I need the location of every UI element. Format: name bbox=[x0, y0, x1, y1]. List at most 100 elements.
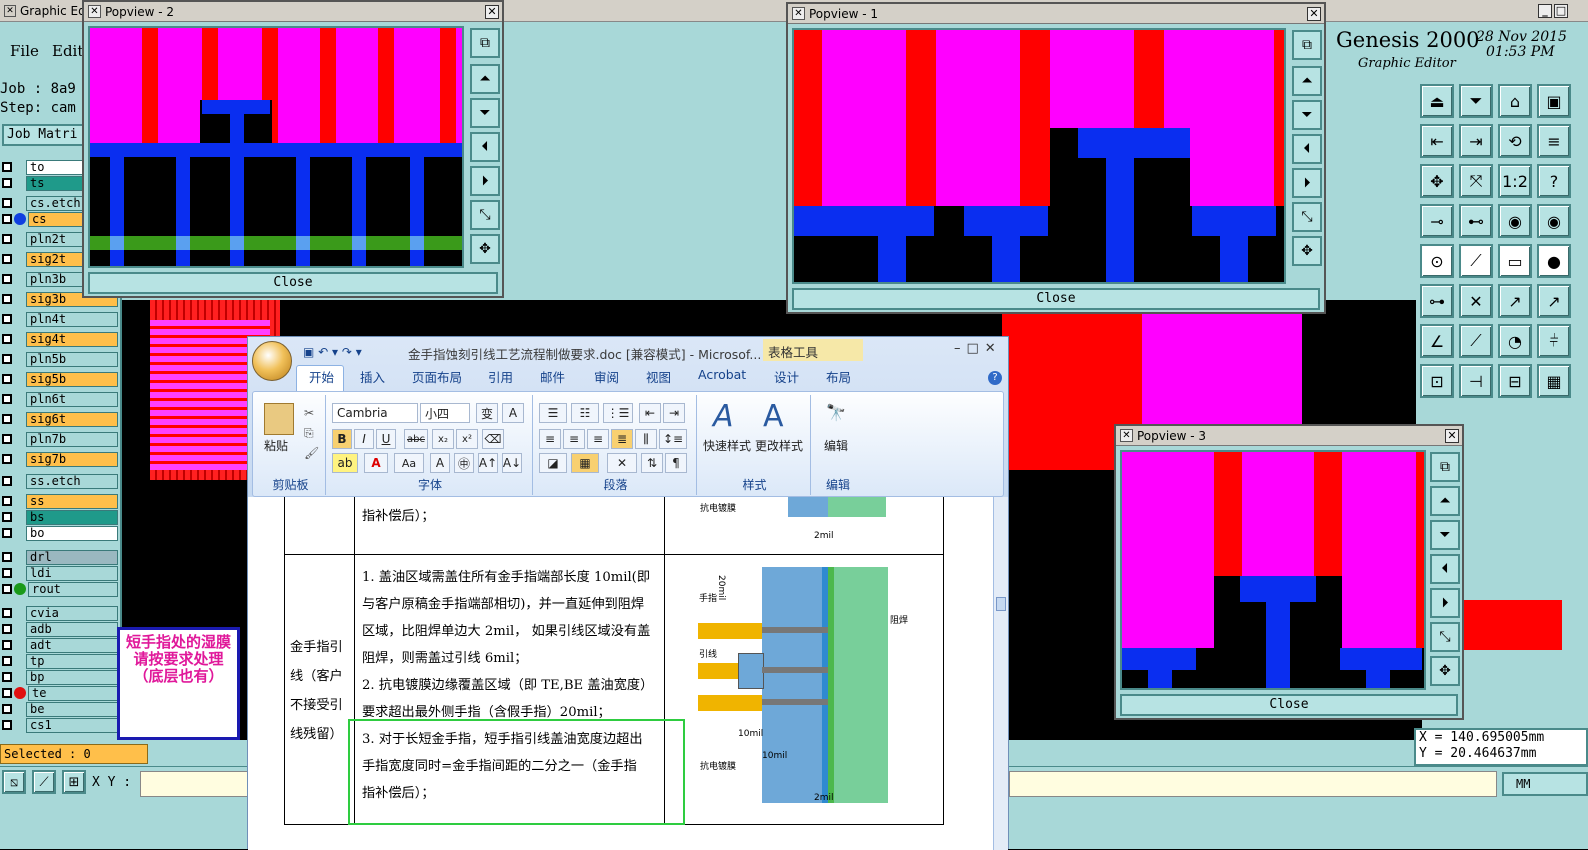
minimize-icon[interactable]: _ bbox=[1538, 3, 1552, 18]
popview-2-close-button[interactable]: Close bbox=[88, 272, 498, 294]
clear-format-icon[interactable]: ⌫ bbox=[482, 429, 504, 449]
layer-row-sig6t[interactable]: sig6t bbox=[2, 411, 118, 427]
drc-2-icon[interactable]: ◉ bbox=[1537, 204, 1571, 238]
popview-2-canvas[interactable] bbox=[88, 26, 464, 268]
popview-1-zoom-fit-icon[interactable]: ⧉ bbox=[1292, 30, 1322, 60]
show-marks-icon[interactable]: ¶ bbox=[665, 453, 687, 473]
char-border-icon[interactable]: A bbox=[502, 403, 524, 423]
popview-2-pan-right-icon[interactable]: ⏵ bbox=[470, 166, 500, 196]
job-matrix-button[interactable]: Job Matri bbox=[2, 124, 86, 146]
close-icon[interactable]: ✕ bbox=[485, 4, 499, 19]
tab-page-layout[interactable]: 页面布局 bbox=[412, 367, 462, 386]
phonetic-guide-icon[interactable]: 变 bbox=[476, 403, 498, 423]
underline-icon[interactable]: U bbox=[376, 429, 396, 449]
rotate-icon[interactable]: ⟲ bbox=[1498, 124, 1532, 158]
vertical-scrollbar[interactable] bbox=[993, 497, 1008, 850]
layer-checkbox[interactable] bbox=[2, 294, 12, 304]
tab-mailings[interactable]: 邮件 bbox=[540, 367, 565, 386]
popview-1-pan-left-icon[interactable]: ⏴ bbox=[1292, 134, 1322, 164]
change-case-icon[interactable]: Aa bbox=[394, 453, 424, 473]
layer-row-bo[interactable]: bo bbox=[2, 525, 118, 541]
layer-checkbox[interactable] bbox=[2, 552, 12, 562]
layer-checkbox[interactable] bbox=[2, 454, 12, 464]
font-size-select[interactable]: 小四 bbox=[420, 403, 470, 423]
angle-icon[interactable]: ∠ bbox=[1420, 324, 1454, 358]
circle-icon[interactable]: ● bbox=[1537, 244, 1571, 278]
layer-checkbox[interactable] bbox=[2, 476, 12, 486]
line-icon[interactable]: ⟋ bbox=[1459, 244, 1493, 278]
office-button[interactable] bbox=[252, 341, 292, 381]
layer-checkbox[interactable] bbox=[2, 688, 12, 698]
slash-icon[interactable]: ⟋ bbox=[1459, 324, 1493, 358]
net-icon[interactable]: ⊷ bbox=[1459, 204, 1493, 238]
popview-3-pan-up-icon[interactable]: ⏶ bbox=[1430, 486, 1460, 516]
bullets-icon[interactable]: ☰ bbox=[539, 403, 567, 423]
borders-icon[interactable]: ▦ bbox=[571, 453, 599, 473]
arrow-2-icon[interactable]: ↗ bbox=[1537, 284, 1571, 318]
layer-row-ldi[interactable]: ldi bbox=[2, 565, 118, 581]
layer-checkbox[interactable] bbox=[2, 528, 12, 538]
home-icon[interactable]: ⌂ bbox=[1498, 84, 1532, 118]
popview-2-pan-down-icon[interactable]: ⏷ bbox=[470, 98, 500, 128]
quick-style-icon[interactable]: A bbox=[713, 399, 734, 434]
layer-checkbox[interactable] bbox=[2, 672, 12, 682]
shrink-font-icon[interactable]: A↓ bbox=[502, 453, 522, 473]
frame-icon[interactable]: ⊟ bbox=[1498, 364, 1532, 398]
last-icon[interactable]: ⇥ bbox=[1459, 124, 1493, 158]
ruler-icon[interactable]: ▭ bbox=[1498, 244, 1532, 278]
layer-row-pln6t[interactable]: pln6t bbox=[2, 391, 118, 407]
zoom-tool-icon[interactable]: ⧅ bbox=[2, 770, 26, 794]
subscript-icon[interactable]: x₂ bbox=[432, 429, 454, 449]
layer-checkbox[interactable] bbox=[2, 414, 12, 424]
word-window-controls[interactable]: –□✕ bbox=[954, 341, 1002, 356]
menu-file[interactable]: File bbox=[10, 42, 39, 60]
xy-input-left[interactable] bbox=[140, 771, 248, 797]
pad-icon[interactable]: ⊙ bbox=[1420, 244, 1454, 278]
layer-row-sig7b[interactable]: sig7b bbox=[2, 451, 118, 467]
quick-style-button[interactable]: 快速样式 bbox=[703, 437, 751, 454]
popview-3-zoom-out-icon[interactable]: ⤡ bbox=[1430, 622, 1460, 652]
layer-checkbox[interactable] bbox=[2, 496, 12, 506]
connect-icon[interactable]: ⊶ bbox=[1420, 284, 1454, 318]
units-selector[interactable]: MM bbox=[1502, 772, 1588, 796]
sort-icon[interactable]: ⇅ bbox=[641, 453, 663, 473]
xy-input-right[interactable] bbox=[1009, 771, 1497, 797]
layer-checkbox[interactable] bbox=[2, 656, 12, 666]
layer-row-cvia[interactable]: cvia bbox=[2, 605, 118, 621]
layer-row-ss[interactable]: ss bbox=[2, 493, 118, 509]
layer-checkbox[interactable] bbox=[2, 274, 12, 284]
layer-row-pln5b[interactable]: pln5b bbox=[2, 351, 118, 367]
layer-row-drl[interactable]: drl bbox=[2, 549, 118, 565]
layer-row-bs[interactable]: bs bbox=[2, 509, 118, 525]
layer-row-sig5b[interactable]: sig5b bbox=[2, 371, 118, 387]
first-icon[interactable]: ⇤ bbox=[1420, 124, 1454, 158]
tab-references[interactable]: 引用 bbox=[488, 367, 513, 386]
grid-icon[interactable]: ▦ bbox=[1537, 364, 1571, 398]
tab-acrobat[interactable]: Acrobat bbox=[698, 367, 746, 382]
arrow-icon[interactable]: ↗ bbox=[1498, 284, 1532, 318]
measure-tool-icon[interactable]: ⟋ bbox=[32, 770, 56, 794]
cross-icon[interactable]: ✕ bbox=[1459, 284, 1493, 318]
chinese-layout-icon[interactable]: ✕ bbox=[607, 453, 637, 473]
layer-checkbox[interactable] bbox=[2, 234, 12, 244]
layer-row-tp[interactable]: tp bbox=[2, 653, 118, 669]
popview-2-pan-left-icon[interactable]: ⏴ bbox=[470, 132, 500, 162]
popview-1-zoom-in-icon[interactable]: ✥ bbox=[1292, 236, 1322, 266]
popview-3-zoom-fit-icon[interactable]: ⧉ bbox=[1430, 452, 1460, 482]
measure-icon[interactable]: ⊣ bbox=[1459, 364, 1493, 398]
layer-checkbox[interactable] bbox=[2, 394, 12, 404]
layer-row-te[interactable]: te bbox=[2, 685, 118, 701]
char-shading-icon[interactable]: A bbox=[430, 453, 450, 473]
layer-row-pln7b[interactable]: pln7b bbox=[2, 431, 118, 447]
justify-icon[interactable]: ≣ bbox=[611, 429, 633, 449]
layer-checkbox[interactable] bbox=[2, 720, 12, 730]
layer-checkbox[interactable] bbox=[2, 512, 12, 522]
layer-checkbox[interactable] bbox=[2, 314, 12, 324]
layer-checkbox[interactable] bbox=[2, 704, 12, 714]
zoom-area-icon[interactable]: ⤧ bbox=[1459, 164, 1493, 198]
layer-checkbox[interactable] bbox=[2, 624, 12, 634]
quick-access-icons[interactable]: ▣ ↶ ▾ ↷ ▾ bbox=[303, 345, 362, 359]
arc-icon[interactable]: ◔ bbox=[1498, 324, 1532, 358]
change-style-button[interactable]: 更改样式 bbox=[755, 437, 803, 454]
multilevel-list-icon[interactable]: ⋮☰ bbox=[603, 403, 633, 423]
